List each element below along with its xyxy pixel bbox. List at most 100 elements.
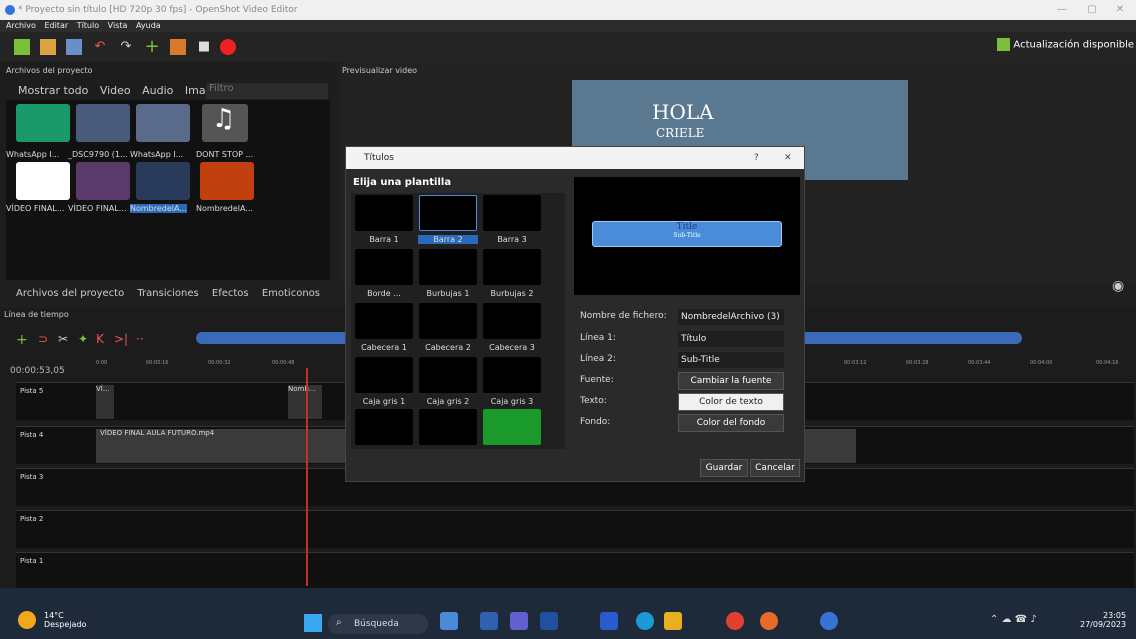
file-thumb[interactable] <box>136 104 190 142</box>
template-thumb[interactable] <box>483 249 541 285</box>
menu-titulo[interactable]: Título <box>77 21 99 30</box>
file-thumb[interactable] <box>136 162 190 200</box>
camera-icon[interactable]: ◉ <box>1112 278 1124 294</box>
tray-icons[interactable]: ⌃ ☁ ☎ ♪ <box>990 614 1037 625</box>
clip[interactable]: Nomb... <box>288 385 322 419</box>
tab-project-files[interactable]: Archivos del proyecto <box>16 288 124 299</box>
close-icon[interactable]: ✕ <box>784 147 792 169</box>
save-project-icon[interactable] <box>66 39 82 55</box>
filter-tabs: Mostrar todo Video Audio Imagen <box>18 84 234 97</box>
edge-icon[interactable] <box>636 612 654 630</box>
file-explorer-icon[interactable] <box>664 612 682 630</box>
menu-ayuda[interactable]: Ayuda <box>136 21 161 30</box>
system-clock[interactable]: 23:05 27/09/2023 <box>1080 611 1126 629</box>
next-marker-icon[interactable]: >| <box>114 332 128 346</box>
export-icon[interactable] <box>220 39 236 55</box>
template-thumb[interactable] <box>419 409 477 445</box>
maximize-icon[interactable]: ▢ <box>1080 0 1104 20</box>
track-pista2[interactable]: Pista 2 <box>16 510 1134 548</box>
template-thumb[interactable] <box>355 303 413 339</box>
file-label: DONT STOP ... <box>196 150 254 159</box>
app-icon[interactable] <box>540 612 558 630</box>
snap-icon[interactable]: ⊃ <box>38 332 48 346</box>
close-icon[interactable]: ✕ <box>1108 0 1132 20</box>
word-icon[interactable] <box>600 612 618 630</box>
filter-input[interactable]: Filtro <box>206 83 328 99</box>
template-thumb[interactable] <box>355 249 413 285</box>
undo-icon[interactable]: ↶ <box>92 39 108 55</box>
filename-input[interactable]: NombredelArchivo (3) <box>678 309 784 325</box>
file-thumb[interactable] <box>76 104 130 142</box>
file-thumb[interactable] <box>16 104 70 142</box>
app-icon[interactable] <box>440 612 458 630</box>
new-project-icon[interactable] <box>14 39 30 55</box>
track-pista1[interactable]: Pista 1 <box>16 552 1134 590</box>
windows-start-icon[interactable] <box>304 614 322 632</box>
add-marker-icon[interactable]: ✦ <box>78 332 88 346</box>
preview-bar: Title Sub-Title <box>592 221 782 247</box>
menu-archivo[interactable]: Archivo <box>6 21 36 30</box>
line1-input[interactable]: Título <box>678 331 784 347</box>
cancel-button[interactable]: Cancelar <box>750 459 800 477</box>
window-title: * Proyecto sin título [HD 720p 30 fps] -… <box>18 5 298 15</box>
chrome-icon[interactable] <box>726 612 744 630</box>
filter-video[interactable]: Video <box>100 84 131 97</box>
template-thumb[interactable] <box>355 409 413 445</box>
tab-effects[interactable]: Efectos <box>212 288 249 299</box>
file-thumb[interactable] <box>200 162 254 200</box>
update-available[interactable]: Actualización disponible <box>997 38 1134 51</box>
taskbar-search[interactable]: Búsqueda <box>328 614 428 634</box>
menu-editar[interactable]: Editar <box>44 21 68 30</box>
fullscreen-icon[interactable]: ■ <box>196 39 212 55</box>
add-track-icon[interactable]: + <box>16 332 28 348</box>
template-thumb[interactable] <box>483 195 541 231</box>
template-thumb[interactable] <box>355 195 413 231</box>
open-project-icon[interactable] <box>40 39 56 55</box>
file-thumb[interactable] <box>76 162 130 200</box>
clip[interactable]: VÍ... <box>96 385 114 419</box>
template-thumb[interactable] <box>419 357 477 393</box>
tab-transitions[interactable]: Transiciones <box>137 288 198 299</box>
line2-input[interactable]: Sub-Title <box>678 352 784 368</box>
center-timeline-icon[interactable]: ·· <box>136 332 144 346</box>
app-icon[interactable] <box>510 612 528 630</box>
minimize-icon[interactable]: — <box>1050 0 1074 20</box>
update-icon <box>997 38 1011 51</box>
save-button[interactable]: Guardar <box>700 459 748 477</box>
playhead[interactable] <box>306 368 308 586</box>
dialog-title: Títulos <box>364 153 394 163</box>
profile-icon[interactable] <box>170 39 186 55</box>
filter-show-all[interactable]: Mostrar todo <box>18 84 88 97</box>
app-icon[interactable] <box>480 612 498 630</box>
tab-emojis[interactable]: Emoticonos <box>262 288 320 299</box>
preview-text-hola: HOLA <box>652 100 714 124</box>
openshot-icon[interactable] <box>820 612 838 630</box>
dialog-subtitle: Elija una plantilla <box>353 177 452 188</box>
panel-tabs: Archivos del proyecto Transiciones Efect… <box>16 288 330 299</box>
file-label: WhatsApp I... <box>130 150 184 159</box>
background-color-button[interactable]: Color del fondo <box>678 414 784 432</box>
template-thumb[interactable] <box>355 357 413 393</box>
weather-widget[interactable]: 14°C Despejado <box>44 611 86 629</box>
redo-icon[interactable]: ↷ <box>118 39 134 55</box>
template-thumb[interactable] <box>419 303 477 339</box>
menu-vista[interactable]: Vista <box>108 21 128 30</box>
template-thumb[interactable] <box>419 249 477 285</box>
text-color-button[interactable]: Color de texto <box>678 393 784 411</box>
template-thumb[interactable] <box>483 357 541 393</box>
file-thumb[interactable] <box>16 162 70 200</box>
import-files-icon[interactable]: + <box>144 38 160 56</box>
filter-audio[interactable]: Audio <box>142 84 173 97</box>
template-thumb-selected[interactable] <box>419 195 477 231</box>
template-thumb[interactable] <box>483 303 541 339</box>
previous-marker-icon[interactable]: K <box>96 332 104 346</box>
weather-icon[interactable] <box>18 611 36 629</box>
change-font-button[interactable]: Cambiar la fuente <box>678 372 784 390</box>
razor-icon[interactable]: ✂ <box>58 332 68 346</box>
audio-file-thumb[interactable]: ♫ <box>202 104 248 142</box>
titles-dialog: Títulos ? ✕ Elija una plantilla Barra 1 … <box>345 146 805 482</box>
template-thumb[interactable] <box>483 409 541 445</box>
taskbar <box>0 588 1136 639</box>
help-icon[interactable]: ? <box>754 147 759 169</box>
app-icon[interactable] <box>760 612 778 630</box>
